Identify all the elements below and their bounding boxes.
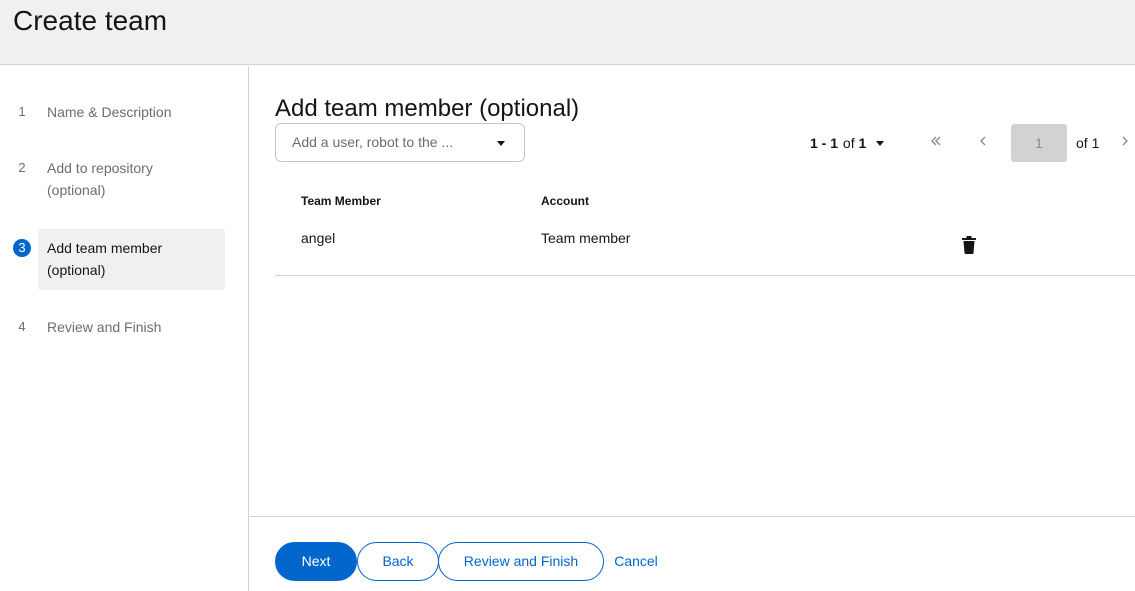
chevron-left-icon [980, 136, 986, 146]
step-label: Name & Description [47, 104, 172, 120]
member-name: angel [301, 230, 336, 246]
chevron-right-icon [1122, 136, 1128, 146]
step-number: 4 [18, 319, 26, 334]
next-page-button[interactable] [1115, 133, 1135, 153]
step-label: Add team member (optional) [47, 240, 163, 278]
step-label: Review and Finish [47, 319, 162, 335]
wizard-main: Add team member (optional) Add a user, r… [250, 66, 1135, 591]
column-header-team-member[interactable]: Team Member [301, 194, 381, 208]
pagination-of: of [842, 135, 855, 151]
member-select-placeholder: Add a user, robot to the ... [292, 134, 454, 150]
member-account: Team member [541, 230, 631, 246]
next-button[interactable]: Next [275, 542, 357, 581]
step-number: 2 [18, 160, 26, 175]
page-of-total: of 1 [1076, 135, 1100, 151]
pagination-toggle[interactable]: 1 - 1 of 1 [810, 135, 885, 151]
first-page-button[interactable] [926, 133, 946, 153]
review-and-finish-button[interactable]: Review and Finish [438, 542, 604, 581]
step-number: 1 [18, 104, 26, 119]
page-title: Create team [13, 5, 168, 36]
current-page-input[interactable]: 1 [1011, 124, 1067, 162]
member-select[interactable]: Add a user, robot to the ... [275, 123, 525, 162]
delete-member-button[interactable] [962, 236, 976, 254]
previous-page-button[interactable] [974, 133, 994, 153]
column-header-account[interactable]: Account [541, 194, 589, 208]
double-chevron-left-icon [931, 136, 941, 146]
section-title: Add team member (optional) [275, 95, 580, 122]
pagination-total: 1 [858, 135, 867, 151]
trash-icon [962, 236, 976, 254]
page-header: Create team [0, 0, 1135, 65]
wizard-nav: 1 Name & Description 2 Add to repository… [0, 66, 249, 591]
cancel-button[interactable]: Cancel [606, 542, 666, 581]
step-number: 3 [13, 239, 31, 257]
row-divider [275, 275, 1135, 276]
step-label: Add to repository (optional) [47, 160, 153, 198]
back-button[interactable]: Back [357, 542, 439, 581]
caret-down-icon [876, 141, 885, 146]
pagination-range: 1 - 1 [810, 135, 839, 151]
footer-divider [250, 516, 1135, 517]
caret-down-icon [497, 141, 505, 146]
